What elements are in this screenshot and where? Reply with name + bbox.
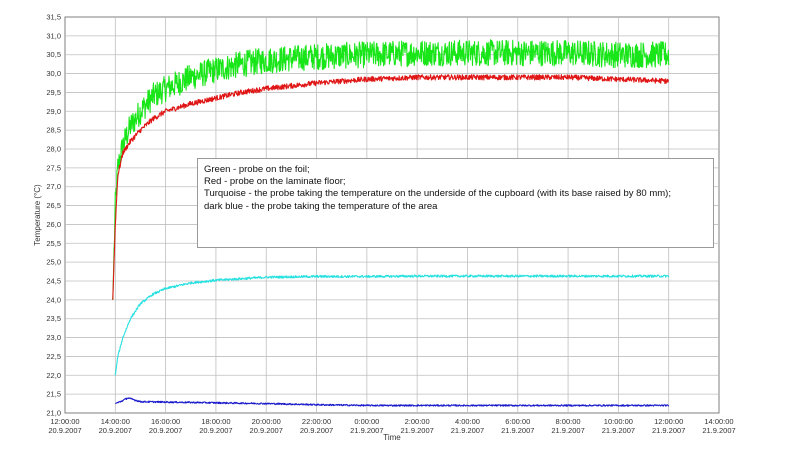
x-tick-time: 22:00:00 (302, 417, 331, 426)
y-tick-label: 24,0 (46, 295, 61, 304)
x-tick-time: 20:00:00 (252, 417, 281, 426)
legend-entry-green: Green - probe on the foil; (204, 164, 310, 175)
x-axis-title: Time (383, 433, 401, 442)
y-tick-label: 22,5 (46, 352, 61, 361)
y-tick-label: 29,5 (46, 88, 61, 97)
y-tick-label: 26,0 (46, 220, 61, 229)
x-tick-date: 20.9.2007 (250, 426, 283, 435)
y-tick-label: 25,0 (46, 258, 61, 267)
legend-box: Green - probe on the foil; Red - probe o… (197, 158, 714, 248)
y-tick-label: 23,5 (46, 314, 61, 323)
y-tick-label: 25,5 (46, 239, 61, 248)
legend-entry-turquoise: Turquoise - the probe taking the tempera… (204, 188, 671, 200)
x-tick-time: 14:00:00 (101, 417, 130, 426)
x-tick-time: 18:00:00 (201, 417, 230, 426)
x-tick-time: 8:00:00 (556, 417, 581, 426)
y-tick-label: 30,5 (46, 50, 61, 59)
y-tick-label: 23,0 (46, 333, 61, 342)
x-tick-date: 21.9.2007 (350, 426, 383, 435)
legend-entry-dark-blue: dark blue - the probe taking the tempera… (204, 200, 438, 212)
x-tick-time: 4:00:00 (455, 417, 480, 426)
x-tick-time: 6:00:00 (505, 417, 530, 426)
x-tick-date: 21.9.2007 (400, 426, 433, 435)
x-tick-date: 21.9.2007 (702, 426, 735, 435)
x-tick-time: 10:00:00 (604, 417, 633, 426)
x-tick-date: 21.9.2007 (602, 426, 635, 435)
y-tick-label: 31,0 (46, 31, 61, 40)
x-tick-time: 14:00:00 (704, 417, 733, 426)
y-axis: 21,021,522,022,523,023,524,024,525,025,5… (46, 13, 61, 418)
y-tick-label: 21,5 (46, 390, 61, 399)
x-tick-date: 20.9.2007 (300, 426, 333, 435)
x-tick-time: 0:00:00 (354, 417, 379, 426)
legend-entry-red: Red - probe on the laminate floor; (204, 176, 346, 188)
x-tick-date: 21.9.2007 (451, 426, 484, 435)
x-tick-date: 20.9.2007 (99, 426, 132, 435)
x-tick-time: 2:00:00 (405, 417, 430, 426)
y-tick-label: 29,0 (46, 107, 61, 116)
y-tick-label: 30,0 (46, 69, 61, 78)
x-tick-time: 12:00:00 (654, 417, 683, 426)
x-tick-time: 12:00:00 (50, 417, 79, 426)
y-tick-label: 28,5 (46, 126, 61, 135)
x-tick-date: 20.9.2007 (199, 426, 232, 435)
y-tick-label: 27,0 (46, 182, 61, 191)
x-tick-date: 20.9.2007 (149, 426, 182, 435)
x-tick-date: 21.9.2007 (652, 426, 685, 435)
x-tick-time: 16:00:00 (151, 417, 180, 426)
y-axis-title: Temperature (°C) (33, 184, 42, 246)
y-tick-label: 28,0 (46, 145, 61, 154)
y-tick-label: 26,5 (46, 201, 61, 210)
x-tick-date: 21.9.2007 (501, 426, 534, 435)
x-tick-date: 20.9.2007 (48, 426, 81, 435)
x-tick-date: 21.9.2007 (551, 426, 584, 435)
y-tick-label: 27,5 (46, 163, 61, 172)
y-tick-label: 24,5 (46, 277, 61, 286)
y-tick-label: 22,0 (46, 371, 61, 380)
y-tick-label: 31,5 (46, 13, 61, 22)
